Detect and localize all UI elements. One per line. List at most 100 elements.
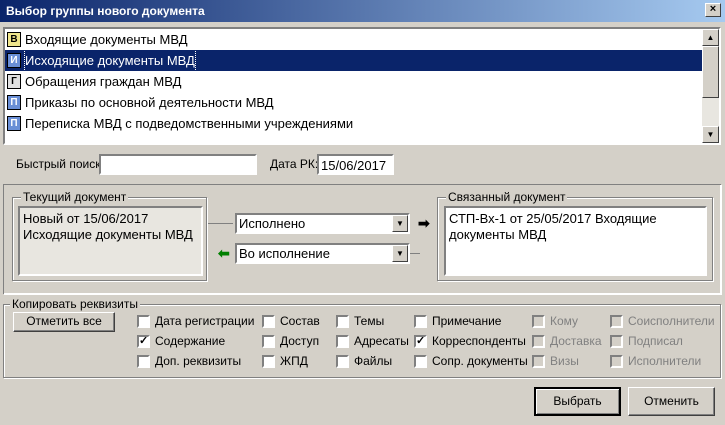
checkbox-label: Исполнители (628, 354, 702, 368)
checkbox-files[interactable]: Файлы (336, 353, 392, 369)
checkbox-to_whom: Кому (532, 313, 578, 329)
checkbox-box[interactable] (414, 314, 427, 328)
close-button[interactable]: × (705, 3, 721, 17)
search-input[interactable] (99, 154, 257, 175)
checkbox-label: Адресаты (354, 334, 409, 348)
checkbox-reg_date[interactable]: Дата регистрации (137, 313, 254, 329)
checkbox-box (532, 354, 545, 368)
list-item[interactable]: И Исходящие документы МВД (5, 49, 702, 72)
date-rk-field[interactable]: 15/06/2017 (317, 154, 394, 175)
link-back-select[interactable]: Во исполнение ▼ (235, 243, 410, 264)
checkbox-zhpd[interactable]: ЖПД (262, 353, 308, 369)
checkbox-extra_props[interactable]: Доп. реквизиты (137, 353, 241, 369)
checkbox-visas: Визы (532, 353, 579, 369)
link-forward-dropdown-button[interactable]: ▼ (392, 215, 408, 232)
checkbox-label: Кому (550, 314, 579, 328)
checkbox-box[interactable] (262, 354, 275, 368)
checkbox-label: Состав (280, 314, 320, 328)
list-vertical-scrollbar[interactable]: ▲ ▼ (702, 29, 719, 143)
link-back-value: Во исполнение (239, 246, 330, 261)
list-item[interactable]: В Входящие документы МВД (5, 29, 702, 50)
checkbox-label: Соисполнители (628, 314, 715, 328)
current-document-text: Новый от 15/06/2017 Исходящие документы … (18, 206, 203, 276)
checkbox-co_executors: Соисполнители (610, 313, 715, 329)
mark-all-button[interactable]: Отметить все (13, 312, 115, 332)
copy-properties-legend: Копировать реквизиты (10, 297, 140, 311)
checkbox-box (532, 334, 545, 348)
connector-line-bottom (410, 253, 420, 254)
document-group-icon: П (7, 116, 21, 131)
checkbox-correspondents[interactable]: ✓ Корреспонденты (414, 333, 526, 349)
checkbox-executors: Исполнители (610, 353, 701, 369)
triangle-up-icon: ▲ (706, 33, 715, 42)
document-group-icon: И (7, 53, 21, 68)
checkbox-box[interactable] (336, 314, 349, 328)
arrow-left-icon: ⬅ (218, 245, 230, 261)
scroll-down-button[interactable]: ▼ (702, 126, 719, 143)
document-group-list-items: В Входящие документы МВД И Исходящие докуме… (5, 29, 702, 143)
scroll-up-button[interactable]: ▲ (702, 29, 719, 46)
checkbox-box[interactable] (414, 354, 427, 368)
checkbox-composition[interactable]: Состав (262, 313, 320, 329)
checkbox-label: Примечание (432, 314, 502, 328)
list-item-label: Переписка МВД с подведомственными учрежд… (25, 116, 354, 131)
checkbox-accomp_docs[interactable]: Сопр. документы (414, 353, 528, 369)
link-back-dropdown-button[interactable]: ▼ (392, 245, 408, 262)
checkbox-label: Подписал (628, 334, 683, 348)
window-title: Выбор группы нового документа (6, 4, 205, 18)
list-item-label: Входящие документы МВД (25, 32, 188, 47)
linked-document-text[interactable]: СТП-Вх-1 от 25/05/2017 Входящие документ… (444, 206, 707, 276)
checkbox-access[interactable]: Доступ (262, 333, 319, 349)
list-item[interactable]: Г Обращения граждан МВД (5, 71, 702, 92)
checkbox-label: Содержание (155, 334, 226, 348)
checkbox-box (532, 314, 545, 328)
checkbox-box[interactable] (137, 314, 150, 328)
list-item-label: Обращения граждан МВД (25, 74, 182, 89)
close-icon: × (709, 3, 717, 15)
checkbox-topics[interactable]: Темы (336, 313, 384, 329)
link-forward-value: Исполнено (239, 216, 306, 231)
select-button[interactable]: Выбрать (534, 387, 621, 416)
list-item-label: Приказы по основной деятельности МВД (25, 95, 274, 110)
checkbox-label: Доп. реквизиты (155, 354, 242, 368)
checkbox-label: Доступ (280, 334, 320, 348)
checkbox-box[interactable] (262, 314, 275, 328)
checkbox-delivery: Доставка (532, 333, 602, 349)
chevron-down-icon: ▼ (396, 219, 404, 228)
checkbox-box (610, 334, 623, 348)
checkbox-box[interactable] (137, 354, 150, 368)
list-item[interactable]: П Приказы по основной деятельности МВД (5, 92, 702, 113)
checkbox-addressees[interactable]: Адресаты (336, 333, 409, 349)
checkbox-label: Сопр. документы (432, 354, 528, 368)
checkbox-label: Файлы (354, 354, 393, 368)
triangle-down-icon: ▼ (706, 130, 715, 139)
checkbox-box (610, 354, 623, 368)
linked-document-legend: Связанный документ (446, 190, 568, 204)
document-group-icon: Г (7, 74, 21, 89)
checkbox-label: Доставка (550, 334, 602, 348)
document-group-icon: В (7, 32, 21, 47)
checkbox-label: Визы (550, 354, 579, 368)
checkbox-label: ЖПД (280, 354, 308, 368)
checkbox-signed: Подписал (610, 333, 683, 349)
document-group-icon: П (7, 95, 21, 110)
checkbox-note[interactable]: Примечание (414, 313, 501, 329)
checkbox-box[interactable] (336, 354, 349, 368)
current-document-legend: Текущий документ (21, 190, 129, 204)
search-label: Быстрый поиск: (16, 157, 104, 171)
checkbox-box[interactable] (336, 334, 349, 348)
checkbox-box[interactable] (262, 334, 275, 348)
scroll-thumb[interactable] (702, 46, 719, 98)
title-bar: Выбор группы нового документа × (0, 0, 725, 22)
checkmark-icon[interactable]: ✓ (137, 334, 150, 348)
list-item-label: Исходящие документы МВД (24, 49, 196, 72)
document-group-list[interactable]: В Входящие документы МВД И Исходящие докуме… (3, 27, 721, 145)
checkbox-box (610, 314, 623, 328)
connector-line-top (208, 223, 233, 224)
checkmark-icon[interactable]: ✓ (414, 334, 427, 348)
checkbox-label: Темы (354, 314, 385, 328)
cancel-button[interactable]: Отменить (628, 387, 715, 416)
checkbox-content[interactable]: ✓ Содержание (137, 333, 225, 349)
list-item[interactable]: П Переписка МВД с подведомственными учреж… (5, 113, 702, 134)
link-forward-select[interactable]: Исполнено ▼ (235, 213, 410, 234)
